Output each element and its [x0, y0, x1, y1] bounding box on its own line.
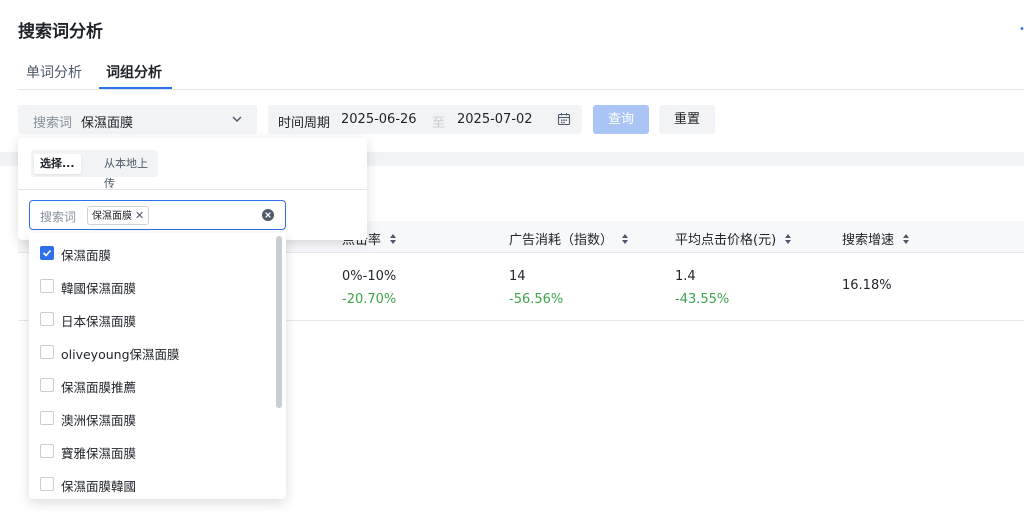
option-item[interactable]: 保濕面膜韓國	[29, 466, 273, 499]
keyword-select-label: 搜索词	[33, 116, 73, 131]
checkbox[interactable]	[40, 411, 54, 425]
option-label: 保濕面膜韓國	[61, 479, 137, 494]
option-item[interactable]: 保濕面膜推薦	[29, 367, 273, 400]
segment-select[interactable]: 选择...	[34, 154, 81, 174]
source-segmented-control: 选择... 从本地上传	[31, 150, 158, 190]
tab-word-analysis[interactable]: 单词分析	[26, 62, 82, 82]
option-label: oliveyoung保濕面膜	[61, 347, 180, 362]
option-label: 澳洲保濕面膜	[61, 413, 137, 428]
option-label: 寶雅保濕面膜	[61, 446, 137, 461]
selected-tag: 保濕面膜 ✕	[87, 206, 150, 225]
checkbox[interactable]	[40, 345, 54, 359]
option-item[interactable]: 韓國保濕面膜	[29, 268, 273, 301]
segment-upload-local[interactable]: 从本地上传	[98, 154, 158, 190]
avg-cpc-value: 1.4	[675, 269, 696, 284]
option-item[interactable]: 寶雅保濕面膜	[29, 433, 273, 466]
column-header-avg-cpc[interactable]: 平均点击价格(元)	[675, 229, 792, 248]
option-label: 保濕面膜	[61, 248, 112, 263]
calendar-icon	[557, 113, 571, 126]
ctr-change: -20.70%	[342, 292, 397, 307]
column-header-ad-spend[interactable]: 广告消耗（指数）	[509, 229, 629, 248]
keyword-dropdown-panel: 选择... 从本地上传 搜索词 保濕面膜 ✕	[18, 138, 367, 240]
end-date[interactable]: 2025-07-02	[457, 112, 533, 127]
ad-spend-change: -56.56%	[509, 292, 564, 307]
option-item[interactable]: 日本保濕面膜	[29, 301, 273, 334]
options-scrollbar[interactable]	[276, 236, 282, 408]
column-header-growth[interactable]: 搜索增速	[842, 229, 910, 248]
active-tab-indicator	[99, 87, 172, 89]
checkbox-checked[interactable]	[40, 246, 54, 260]
sort-icon[interactable]	[621, 233, 629, 245]
keyword-options-list: 保濕面膜 韓國保濕面膜 日本保濕面膜 oliveyoung保濕面膜 保濕面膜推薦…	[29, 233, 286, 499]
option-label: 日本保濕面膜	[61, 314, 137, 329]
column-header-label: 平均点击价格(元)	[675, 233, 777, 248]
corner-icon: •	[1019, 24, 1024, 35]
start-date[interactable]: 2025-06-26	[341, 112, 417, 127]
filter-card: 搜索词分析 • 单词分析 词组分析 搜索词 保濕面膜 时间周期 2025-06-…	[0, 0, 1024, 152]
clear-circle-icon[interactable]	[261, 208, 275, 222]
sort-icon[interactable]	[902, 233, 910, 245]
column-header-label: 广告消耗（指数）	[509, 233, 614, 248]
keyword-tag-input[interactable]: 搜索词 保濕面膜 ✕	[29, 200, 286, 230]
selected-tag-label: 保濕面膜	[92, 211, 132, 222]
tag-input-label: 搜索词	[40, 210, 77, 224]
checkbox[interactable]	[40, 378, 54, 392]
chevron-down-icon	[232, 116, 242, 122]
growth-value: 16.18%	[842, 278, 892, 293]
checkbox[interactable]	[40, 312, 54, 326]
checkbox[interactable]	[40, 444, 54, 458]
tab-bar: 单词分析 词组分析	[18, 56, 1024, 90]
keyword-select-value: 保濕面膜	[81, 116, 134, 131]
keyword-select[interactable]: 搜索词 保濕面膜	[18, 105, 257, 134]
option-item[interactable]: 澳洲保濕面膜	[29, 400, 273, 433]
page-title: 搜索词分析	[18, 22, 103, 42]
avg-cpc-change: -43.55%	[675, 292, 730, 307]
checkbox[interactable]	[40, 279, 54, 293]
option-item[interactable]: oliveyoung保濕面膜	[29, 334, 273, 367]
ctr-value: 0%-10%	[342, 269, 397, 284]
sort-icon[interactable]	[389, 233, 397, 245]
ad-spend-value: 14	[509, 269, 526, 284]
column-header-label: 搜索增速	[842, 233, 895, 248]
close-icon[interactable]: ✕	[135, 209, 144, 222]
sort-icon[interactable]	[784, 233, 792, 245]
date-range-picker[interactable]: 时间周期 2025-06-26 至 2025-07-02	[268, 105, 582, 134]
option-item[interactable]: 保濕面膜	[29, 235, 273, 268]
reset-button[interactable]: 重置	[659, 105, 715, 134]
query-button[interactable]: 查询	[593, 105, 649, 134]
option-label: 保濕面膜推薦	[61, 380, 137, 395]
tab-phrase-analysis[interactable]: 词组分析	[106, 62, 162, 82]
check-icon	[42, 249, 52, 257]
date-range-label: 时间周期	[278, 116, 331, 131]
option-label: 韓國保濕面膜	[61, 281, 137, 296]
divider	[18, 189, 367, 190]
checkbox[interactable]	[40, 477, 54, 491]
date-separator: 至	[432, 116, 446, 131]
